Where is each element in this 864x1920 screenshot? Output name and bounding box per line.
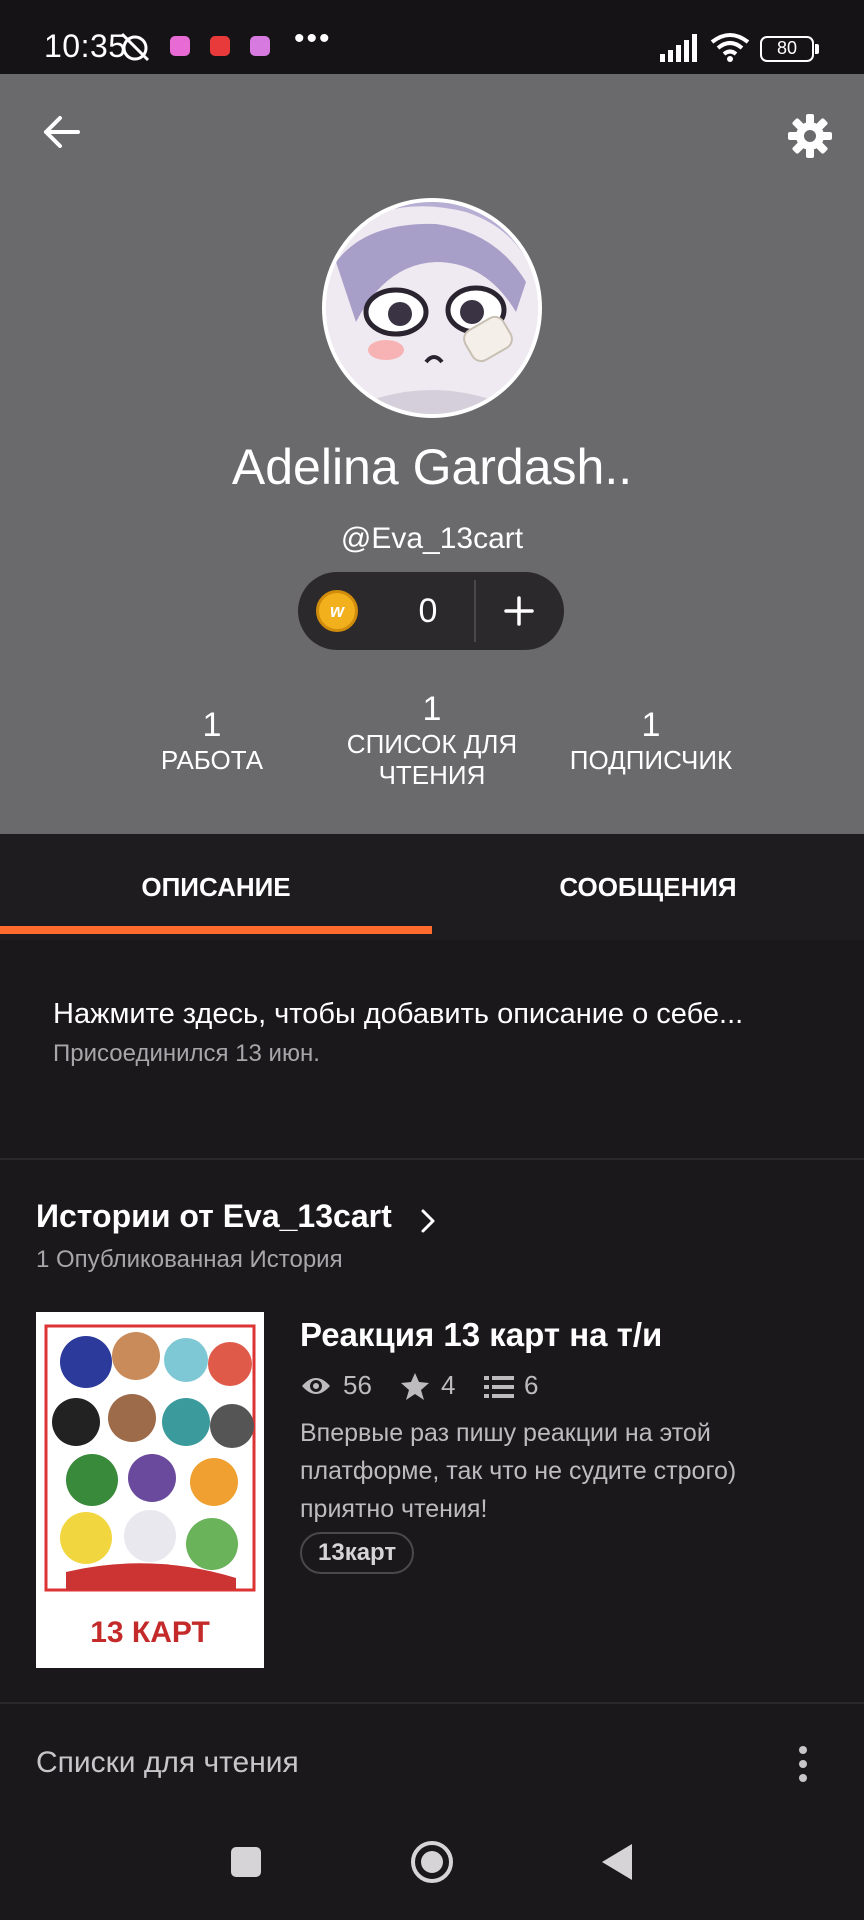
tab-about[interactable]: ОПИСАНИЕ [0, 834, 432, 940]
section-divider [0, 1702, 864, 1704]
chevron-right-icon[interactable] [418, 1206, 438, 1236]
system-nav-bar [0, 1800, 864, 1920]
status-time: 10:35 [44, 28, 127, 64]
joined-date: Присоединился 13 июн. [53, 1040, 320, 1067]
reading-lists-heading[interactable]: Списки для чтения [36, 1746, 299, 1780]
stat-followers-label: ПОДПИСЧИК [569, 745, 733, 775]
stat-works-value: 1 [202, 706, 222, 744]
profile-tabs: ОПИСАНИЕ СООБЩЕНИЯ [0, 834, 864, 940]
story-description: Впервые раз пишу реакции на этой платфор… [300, 1419, 737, 1523]
coin-balance-pill: w 0 [298, 572, 564, 650]
profile-handle: @Eva_13cart [340, 522, 524, 555]
wattpad-coin-icon: w [316, 590, 358, 632]
avatar-image [326, 202, 538, 414]
app-notification-icon [170, 36, 190, 56]
tab-active-indicator [0, 926, 432, 934]
story-reads: 56 [343, 1370, 372, 1400]
stat-reading-lists-label-line1: СПИСОК ДЛЯ [346, 729, 518, 759]
stat-works[interactable]: 1 РАБОТА [122, 706, 302, 776]
plus-icon[interactable] [476, 572, 564, 650]
story-title[interactable]: Реакция 13 карт на т/и [300, 1316, 662, 1354]
profile-header: Adelina Gardash.. @Eva_13cart w 0 1 РАБО… [0, 74, 864, 834]
section-divider [0, 1158, 864, 1160]
status-bar: 10:35 ••• 80 [0, 0, 864, 74]
star-icon [401, 1373, 429, 1400]
story-cover[interactable]: 13 КАРТ [36, 1312, 264, 1668]
story-votes: 4 [441, 1370, 456, 1400]
gear-icon[interactable] [786, 112, 834, 160]
stories-section-title[interactable]: Истории от Eva_13cart [36, 1198, 392, 1235]
stat-works-label: РАБОТА [160, 745, 264, 775]
stat-reading-lists-label-line2: ЧТЕНИЯ [378, 760, 486, 790]
wifi-icon [710, 33, 750, 62]
stat-reading-lists-value: 1 [422, 690, 442, 728]
alarm-off-icon [120, 32, 150, 62]
story-tag[interactable]: 13карт [300, 1532, 415, 1574]
more-notifications-icon: ••• [294, 22, 332, 55]
story-cover-caption: 13 КАРТ [90, 1616, 210, 1649]
stories-count: 1 Опубликованная История [36, 1246, 343, 1273]
profile-name: Adelina Gardash.. [231, 439, 633, 495]
signal-icon [660, 34, 697, 62]
more-vertical-icon[interactable] [788, 1740, 818, 1788]
yandex-icon [210, 36, 230, 56]
add-description-prompt[interactable]: Нажмите здесь, чтобы добавить описание о… [53, 998, 743, 1031]
list-icon [484, 1376, 514, 1398]
story-parts: 6 [524, 1370, 539, 1400]
stat-followers[interactable]: 1 ПОДПИСЧИК [551, 706, 751, 776]
eye-icon [302, 1378, 330, 1394]
recents-square-icon[interactable] [218, 1834, 274, 1890]
story-cover-image: 13 КАРТ [36, 1312, 264, 1668]
back-triangle-icon[interactable] [590, 1834, 646, 1890]
home-circle-icon[interactable] [404, 1834, 460, 1890]
stat-reading-lists[interactable]: 1 СПИСОК ДЛЯ ЧТЕНИЯ [322, 690, 542, 791]
stat-followers-value: 1 [641, 706, 661, 744]
app-icon [250, 36, 270, 56]
back-arrow-icon[interactable] [40, 110, 84, 154]
battery-icon: 80 [760, 36, 819, 62]
coin-count: 0 [418, 592, 438, 630]
tab-messages[interactable]: СООБЩЕНИЯ [432, 834, 864, 940]
avatar[interactable] [322, 198, 542, 418]
